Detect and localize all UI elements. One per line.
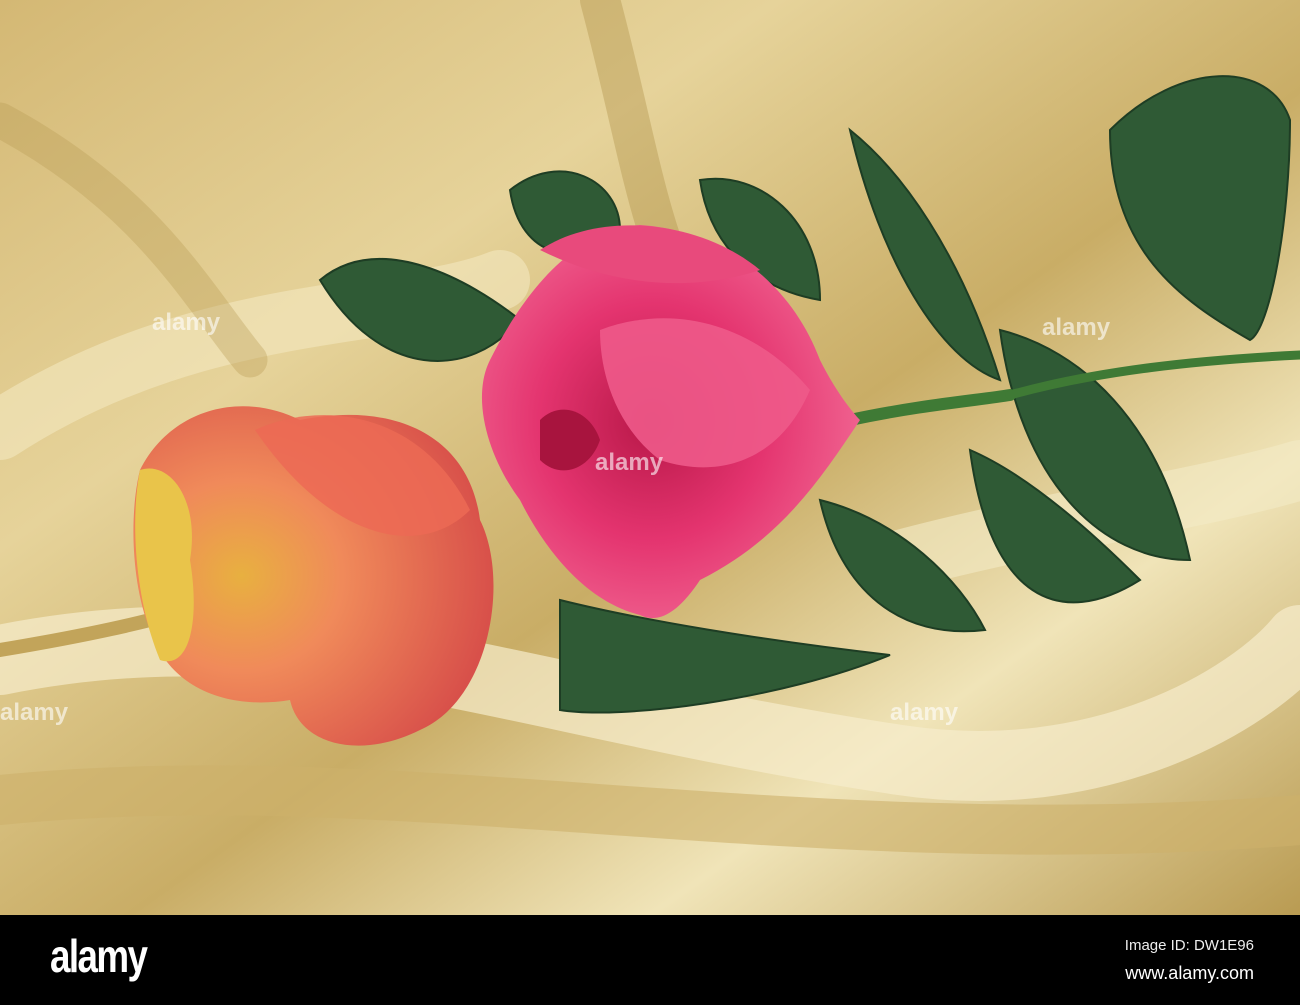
rose-photo: alamy alamy alamy alamy alamy — [0, 0, 1300, 915]
alamy-logo: alamy — [50, 930, 148, 982]
image-id: Image ID: DW1E96 — [1124, 937, 1254, 954]
watermark-text: alamy — [890, 699, 959, 726]
watermark-text: alamy — [0, 699, 69, 726]
watermark-text: alamy — [1042, 314, 1111, 341]
site-url: www.alamy.com — [1125, 963, 1254, 983]
watermark-text: alamy — [152, 309, 221, 336]
footer-bar: alamy Image ID: DW1E96 www.alamy.com — [0, 915, 1300, 1005]
watermark-text: alamy — [595, 449, 664, 476]
